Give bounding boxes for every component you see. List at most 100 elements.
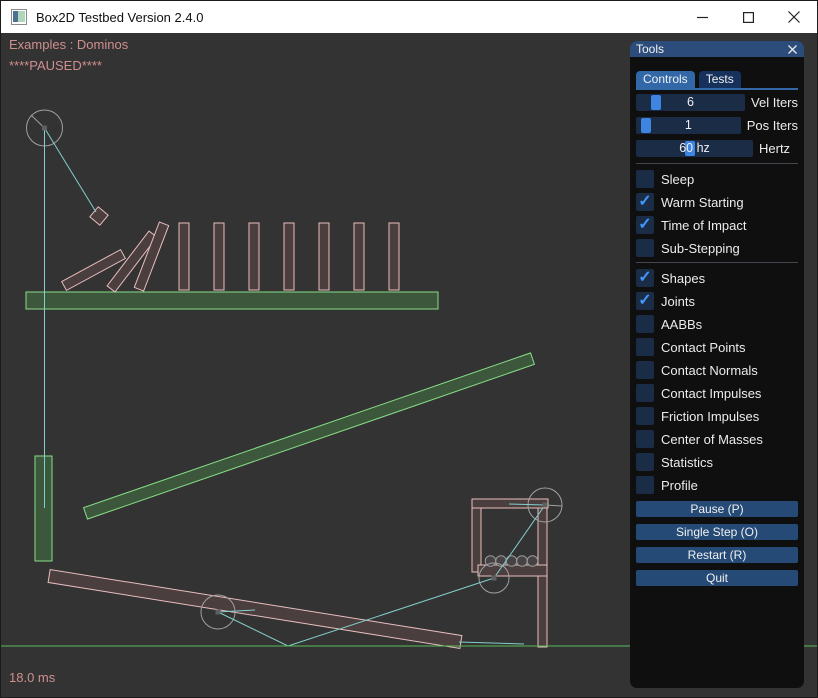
sleep-checkbox[interactable]: Sleep xyxy=(636,170,798,188)
aabbs-checkbox[interactable]: AABBs xyxy=(636,315,798,333)
contact-points-label: Contact Points xyxy=(661,340,746,355)
joints-checkbox[interactable]: ✓ Joints xyxy=(636,292,798,310)
checkbox-box[interactable] xyxy=(636,430,654,448)
frame-right-post xyxy=(538,508,547,647)
paused-status-text: ****PAUSED**** xyxy=(9,58,102,73)
close-icon xyxy=(788,45,797,54)
close-button[interactable] xyxy=(771,1,817,33)
pos-iters-slider[interactable]: 1 Pos Iters xyxy=(636,117,798,134)
sleep-label: Sleep xyxy=(661,172,694,187)
aabbs-label: AABBs xyxy=(661,317,702,332)
swinging-box xyxy=(90,207,108,225)
pause-p-button[interactable]: Pause (P) xyxy=(636,501,798,517)
hertz-label: Hertz xyxy=(759,141,790,156)
tab-bar: Controls Tests xyxy=(636,71,798,88)
pos-iters-value: 1 xyxy=(636,117,741,134)
friction-impulses-checkbox[interactable]: Friction Impulses xyxy=(636,407,798,425)
vel-iters-label: Vel Iters xyxy=(751,95,798,110)
window-controls xyxy=(679,1,817,33)
checkbox-box[interactable] xyxy=(636,407,654,425)
checkbox-box[interactable]: ✓ xyxy=(636,269,654,287)
check-mark-icon: ✓ xyxy=(636,292,654,310)
box2d-app-icon xyxy=(11,9,27,25)
wheel-center-marker xyxy=(216,610,221,615)
vel-iters-value: 6 xyxy=(636,94,745,111)
center-of-masses-checkbox[interactable]: Center of Masses xyxy=(636,430,798,448)
center-of-masses-label: Center of Masses xyxy=(661,432,763,447)
hertz-slider[interactable]: 60 hz Hertz xyxy=(636,140,798,157)
checkbox-box[interactable]: ✓ xyxy=(636,193,654,211)
pos-iters-slider-track[interactable]: 1 xyxy=(636,117,741,134)
action-button-stack: Pause (P) Single Step (O) Restart (R) Quit xyxy=(636,501,798,586)
checkbox-box[interactable]: ✓ xyxy=(636,216,654,234)
check-mark-icon: ✓ xyxy=(636,216,654,234)
joints-label: Joints xyxy=(661,294,695,309)
checkbox-box[interactable]: ✓ xyxy=(636,292,654,310)
example-title-text: Examples : Dominos xyxy=(9,37,128,52)
tab-controls[interactable]: Controls xyxy=(636,71,695,88)
time-of-impact-checkbox[interactable]: ✓Time of Impact xyxy=(636,216,798,234)
close-icon xyxy=(788,11,800,23)
sub-stepping-label: Sub-Stepping xyxy=(661,241,740,256)
contact-normals-checkbox[interactable]: Contact Normals xyxy=(636,361,798,379)
single-step-o-button[interactable]: Single Step (O) xyxy=(636,524,798,540)
domino-platform xyxy=(26,292,438,309)
tools-close-button[interactable] xyxy=(786,43,798,55)
vel-iters-slider[interactable]: 6 Vel Iters xyxy=(636,94,798,111)
draw-checkbox-group: ✓ Shapes ✓ Joints AABBs Contact Points Contact… xyxy=(636,269,798,494)
shapes-checkbox[interactable]: ✓ Shapes xyxy=(636,269,798,287)
restart-r-button[interactable]: Restart (R) xyxy=(636,547,798,563)
frame-top-bar xyxy=(472,499,548,508)
sub-stepping-checkbox[interactable]: Sub-Stepping xyxy=(636,239,798,257)
checkbox-box[interactable] xyxy=(636,170,654,188)
hertz-slider-track[interactable]: 60 hz xyxy=(636,140,753,157)
frame-top-circle-marker xyxy=(543,503,548,508)
window-title: Box2D Testbed Version 2.4.0 xyxy=(36,10,203,25)
pos-iters-label: Pos Iters xyxy=(747,118,798,133)
tools-panel-titlebar[interactable]: Tools xyxy=(630,41,804,57)
tools-panel-title: Tools xyxy=(636,42,664,56)
contact-impulses-label: Contact Impulses xyxy=(661,386,761,401)
shapes-label: Shapes xyxy=(661,271,705,286)
checkbox-box[interactable] xyxy=(636,476,654,494)
domino-1 xyxy=(179,223,189,290)
checkbox-box[interactable] xyxy=(636,338,654,356)
solver-checkbox-group: Sleep ✓Warm Starting ✓Time of Impact Sub-St… xyxy=(636,170,798,257)
checkbox-box[interactable] xyxy=(636,384,654,402)
domino-7 xyxy=(389,223,399,290)
checkbox-box[interactable] xyxy=(636,361,654,379)
checkbox-box[interactable] xyxy=(636,239,654,257)
statistics-checkbox[interactable]: Statistics xyxy=(636,453,798,471)
os-titlebar: Box2D Testbed Version 2.4.0 xyxy=(1,1,817,33)
vel-iters-slider-track[interactable]: 6 xyxy=(636,94,745,111)
check-mark-icon: ✓ xyxy=(636,193,654,211)
warm-starting-checkbox[interactable]: ✓Warm Starting xyxy=(636,193,798,211)
slider-section: 6 Vel Iters 1 Pos Iters 60 hz Hertz xyxy=(636,94,798,157)
ball-3 xyxy=(506,556,517,567)
domino-2 xyxy=(214,223,224,290)
diagonal-plank xyxy=(84,353,535,519)
maximize-button[interactable] xyxy=(725,1,771,33)
domino-6 xyxy=(354,223,364,290)
domino-5 xyxy=(319,223,329,290)
contact-normals-label: Contact Normals xyxy=(661,363,758,378)
pulley-center-marker xyxy=(42,126,47,131)
tools-panel: Tools Controls Tests 6 Vel Iters 1 Pos Iter… xyxy=(630,41,804,688)
statistics-label: Statistics xyxy=(661,455,713,470)
frame-bottom-circle-marker xyxy=(492,576,497,581)
tab-underline xyxy=(636,88,798,90)
joint-rope-to-box xyxy=(45,128,97,212)
minimize-button[interactable] xyxy=(679,1,725,33)
checkbox-box[interactable] xyxy=(636,315,654,333)
contact-impulses-checkbox[interactable]: Contact Impulses xyxy=(636,384,798,402)
maximize-icon xyxy=(743,12,754,23)
profile-checkbox[interactable]: Profile xyxy=(636,476,798,494)
friction-impulses-label: Friction Impulses xyxy=(661,409,759,424)
quit-button[interactable]: Quit xyxy=(636,570,798,586)
tab-tests[interactable]: Tests xyxy=(699,71,741,88)
joint-rope-on-ground xyxy=(459,642,524,644)
vertical-plank xyxy=(35,456,52,561)
contact-points-checkbox[interactable]: Contact Points xyxy=(636,338,798,356)
separator xyxy=(636,163,798,164)
checkbox-box[interactable] xyxy=(636,453,654,471)
